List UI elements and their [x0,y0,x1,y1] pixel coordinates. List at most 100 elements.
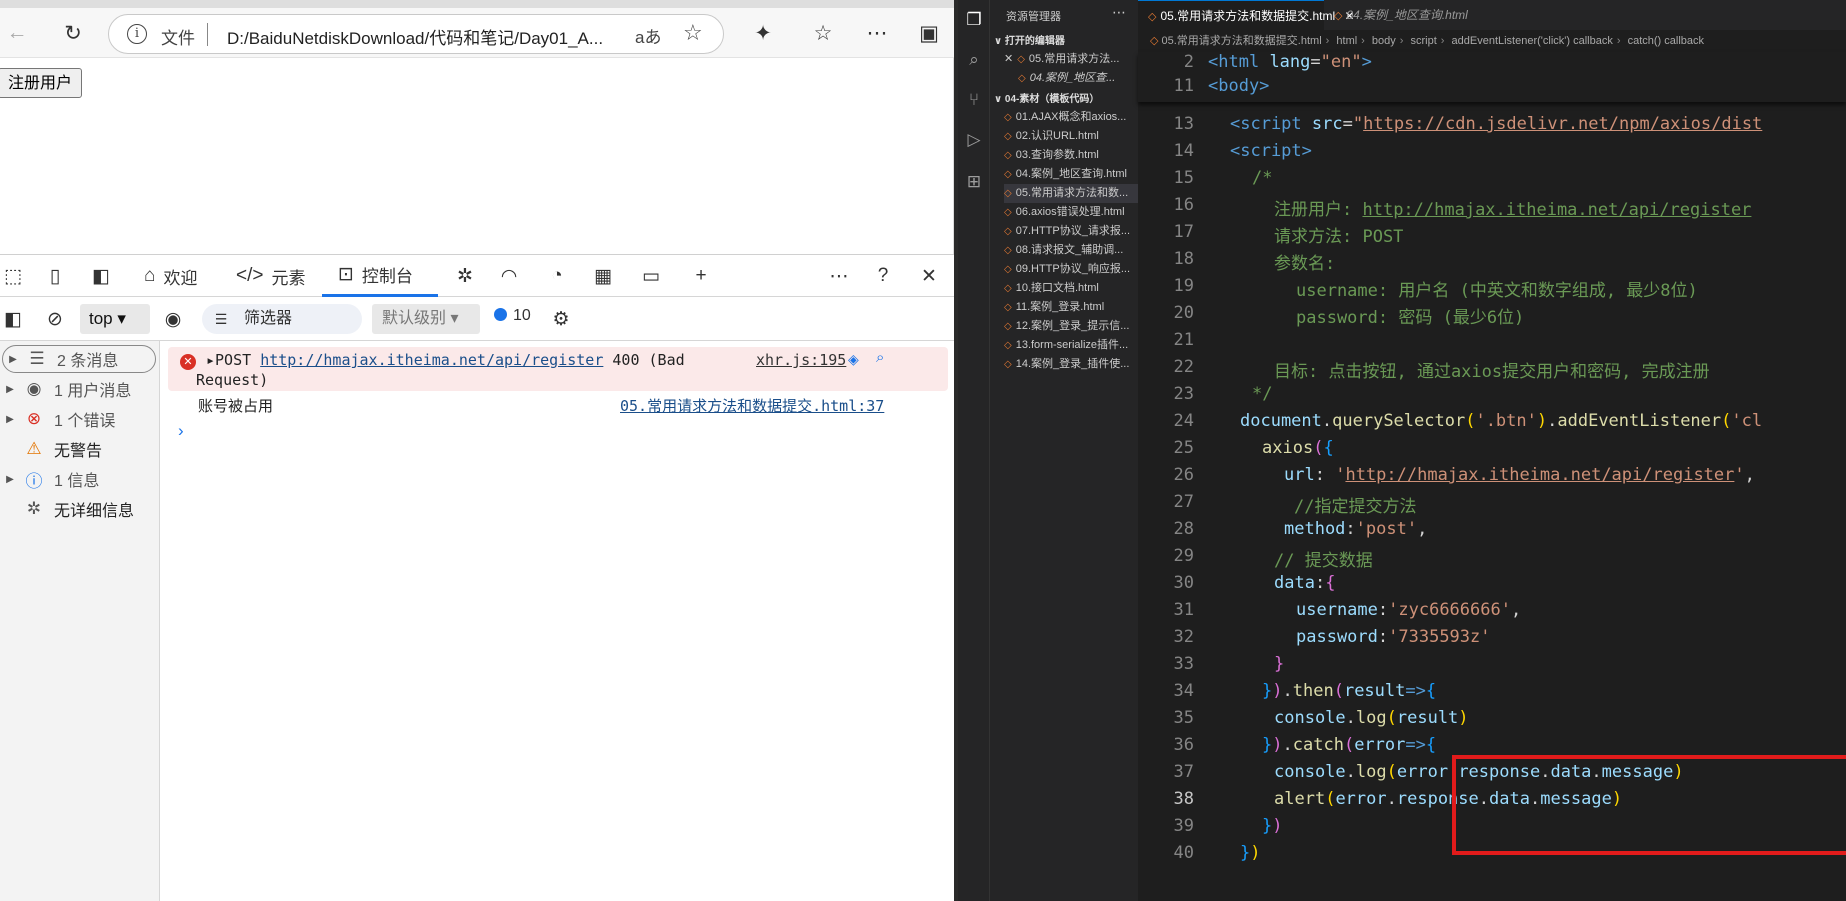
search-icon[interactable]: ⌕ [876,349,884,366]
address-bar[interactable]: i 文件 D:/BaiduNetdiskDownload/代码和笔记/Day01… [108,14,724,54]
favorites-icon[interactable]: ☆ [808,18,838,48]
tab-elements[interactable]: </> 元素 [236,255,305,297]
dock-icon[interactable]: ◧ [88,263,114,289]
level-select[interactable]: 默认级别 ▾ [372,304,480,334]
html-file-icon: ◇ [1004,188,1012,199]
open-file-item[interactable]: ◇ 04.案例_地区查... [1018,69,1158,88]
html-file-icon: ◇ [1004,283,1012,294]
console-prompt-icon[interactable]: › [178,421,184,441]
bug-icon[interactable]: ✲ [452,263,478,289]
context-select[interactable]: top ▾ [80,304,150,334]
open-editors-label: 打开的编辑器 [1004,36,1065,47]
file-item[interactable]: ◇ 13.form-serialize插件... [1004,336,1144,355]
error-source-link[interactable]: xhr.js:195 [756,351,846,369]
run-debug-icon[interactable]: ▷ [962,128,986,152]
read-aloud-icon[interactable]: aあ [635,23,661,48]
breadcrumb-item[interactable]: html [1336,35,1357,47]
file-item[interactable]: ◇ 01.AJAX概念和axios... [1004,108,1144,127]
inspect-icon[interactable]: ⬚ [0,263,26,289]
memory-icon[interactable]: ▦ [590,263,616,289]
file-item[interactable]: ◇ 10.接口文档.html [1004,279,1144,298]
eye-icon[interactable]: ◉ [160,306,186,332]
more-tools-icon[interactable]: ⋯ [826,263,852,289]
application-icon[interactable]: ▭ [638,263,664,289]
close-icon[interactable]: ✕ [1004,53,1013,65]
error-url-link[interactable]: http://hmajax.itheima.net/api/register [260,351,603,369]
console-log-row[interactable]: 账号被占用 05.常用请求方法和数据提交.html:37 [168,393,948,417]
vscode-window: ❐ ⌕ ⑂ ▷ ⊞ 资源管理器 ⋯ ∨ 打开的编辑器 ✕ ◇ 05.常用请求方法..… [958,0,1846,901]
code-line: /* [1252,168,1273,188]
refresh-icon[interactable]: ↻ [58,18,88,48]
sidebar-toggle-icon[interactable]: ◧ [0,306,26,332]
back-icon[interactable]: ← [2,18,32,48]
sidebar-item-errors[interactable]: ▶ ⊗ 1 个错误 [0,405,156,433]
file-item[interactable]: ◇ 14.案例_登录_插件使... [1004,355,1144,374]
breadcrumb-item[interactable]: catch() callback [1628,35,1704,47]
breadcrumb-item[interactable]: addEventListener('click') callback [1452,35,1613,47]
device-icon[interactable]: ▯ [42,263,68,289]
html-file-icon: ◇ [1150,35,1162,47]
tab-active-file[interactable]: ◇ 05.常用请求方法和数据提交.html ✕ [1138,0,1355,30]
address-url[interactable]: D:/BaiduNetdiskDownload/代码和笔记/Day01_A... [227,24,603,49]
extensions-icon[interactable]: ⊞ [962,170,986,194]
comment-link[interactable]: http://hmajax.itheima.net/api/register [1362,200,1751,220]
info-icon[interactable]: i [127,24,147,44]
sidebar-item-messages[interactable]: ▶ ☰ 2 条消息 [2,345,156,373]
close-devtools-icon[interactable]: ✕ [916,263,942,289]
performance-icon[interactable]: ◔ [544,263,570,289]
breadcrumb-item[interactable]: body [1372,35,1396,47]
file-item[interactable]: ◇ 08.请求报文_辅助调... [1004,241,1144,260]
more-icon[interactable]: ⋯ [862,18,892,48]
issues-count[interactable]: 10 [494,307,531,325]
explorer-icon[interactable]: ❐ [962,8,986,32]
file-name: 06.axios错误处理.html [1015,206,1125,218]
search-icon[interactable]: ⌕ [962,48,986,72]
breadcrumb-item[interactable]: 05.常用请求方法和数据提交.html [1162,35,1322,47]
network-icon[interactable]: ◠ [496,263,522,289]
open-file-item[interactable]: ✕ ◇ 05.常用请求方法... [1004,50,1144,69]
error-status-cont: Request) [196,371,269,389]
file-item[interactable]: ◇ 03.查询参数.html [1004,146,1144,165]
tab-label: 05.常用请求方法和数据提交.html [1160,9,1336,23]
more-icon[interactable]: ⋯ [1112,4,1126,21]
copilot-icon[interactable]: ◈ [848,351,859,368]
sidebar-item-warnings[interactable]: ⚠ 无警告 [0,435,156,463]
code-line: */ [1252,384,1273,404]
settings-gear-icon[interactable]: ⚙ [548,306,574,332]
file-item[interactable]: ◇ 04.案例_地区查询.html [1004,165,1144,184]
file-name: 05.常用请求方法和数... [1015,187,1129,199]
url-string-link[interactable]: http://hmajax.itheima.net/api/register [1345,465,1734,485]
script-src-link[interactable]: https://cdn.jsdelivr.net/npm/axios/dist [1363,114,1762,134]
folder-header[interactable]: ∨ 04-素材（模板代码） [990,90,1138,105]
open-editors-header[interactable]: ∨ 打开的编辑器 [990,32,1138,47]
console-error-row[interactable]: ✕ ▸POST http://hmajax.itheima.net/api/re… [168,347,948,391]
file-item[interactable]: ◇ 07.HTTP协议_请求报... [1004,222,1144,241]
tab-console[interactable]: ⊡ 控制台 [322,255,438,297]
tab-preview-file[interactable]: ◇ 04.案例_地区查询.html [1324,0,1494,30]
code-line: data:{ [1274,573,1336,593]
line-number: 32 [1173,627,1194,647]
file-item[interactable]: ◇ 02.认识URL.html [1004,127,1144,146]
file-item[interactable]: ◇ 11.案例_登录.html [1004,298,1144,317]
sidebar-item-verbose[interactable]: ✲ 无详细信息 [0,495,156,523]
favorite-star-icon[interactable]: ☆ [683,20,703,46]
file-item[interactable]: ◇ 09.HTTP协议_响应报... [1004,260,1144,279]
file-item[interactable]: ◇ 12.案例_登录_提示信... [1004,317,1144,336]
line-number: 27 [1173,492,1194,512]
sidebar-icon[interactable]: ▣ [914,18,944,48]
breadcrumb-item[interactable]: script [1411,35,1437,47]
extensions-icon[interactable]: ✦ [748,18,778,48]
add-tab-icon[interactable]: + [688,263,714,289]
address-scheme-label: 文件 [161,29,195,48]
file-item[interactable]: ◇ 05.常用请求方法和数... [1004,184,1144,203]
log-source-link[interactable]: 05.常用请求方法和数据提交.html:37 [620,395,884,416]
tab-welcome[interactable]: ⌂ 欢迎 [144,255,197,297]
source-control-icon[interactable]: ⑂ [962,88,986,112]
help-icon[interactable]: ? [870,263,896,289]
register-button[interactable]: 注册用户 [0,68,83,98]
sidebar-item-info[interactable]: ▶ ⓘ 1 信息 [0,465,156,493]
file-item[interactable]: ◇ 06.axios错误处理.html [1004,203,1144,222]
devtools-tabbar: ⬚ ▯ ◧ ⌂ 欢迎 </> 元素 ⊡ 控制台 ✲ ◠ ◔ ▦ ▭ + ⋯ ? ✕ [0,255,954,297]
sidebar-item-user-messages[interactable]: ▶ ◉ 1 用户消息 [0,375,156,403]
clear-console-icon[interactable]: ⊘ [42,306,68,332]
